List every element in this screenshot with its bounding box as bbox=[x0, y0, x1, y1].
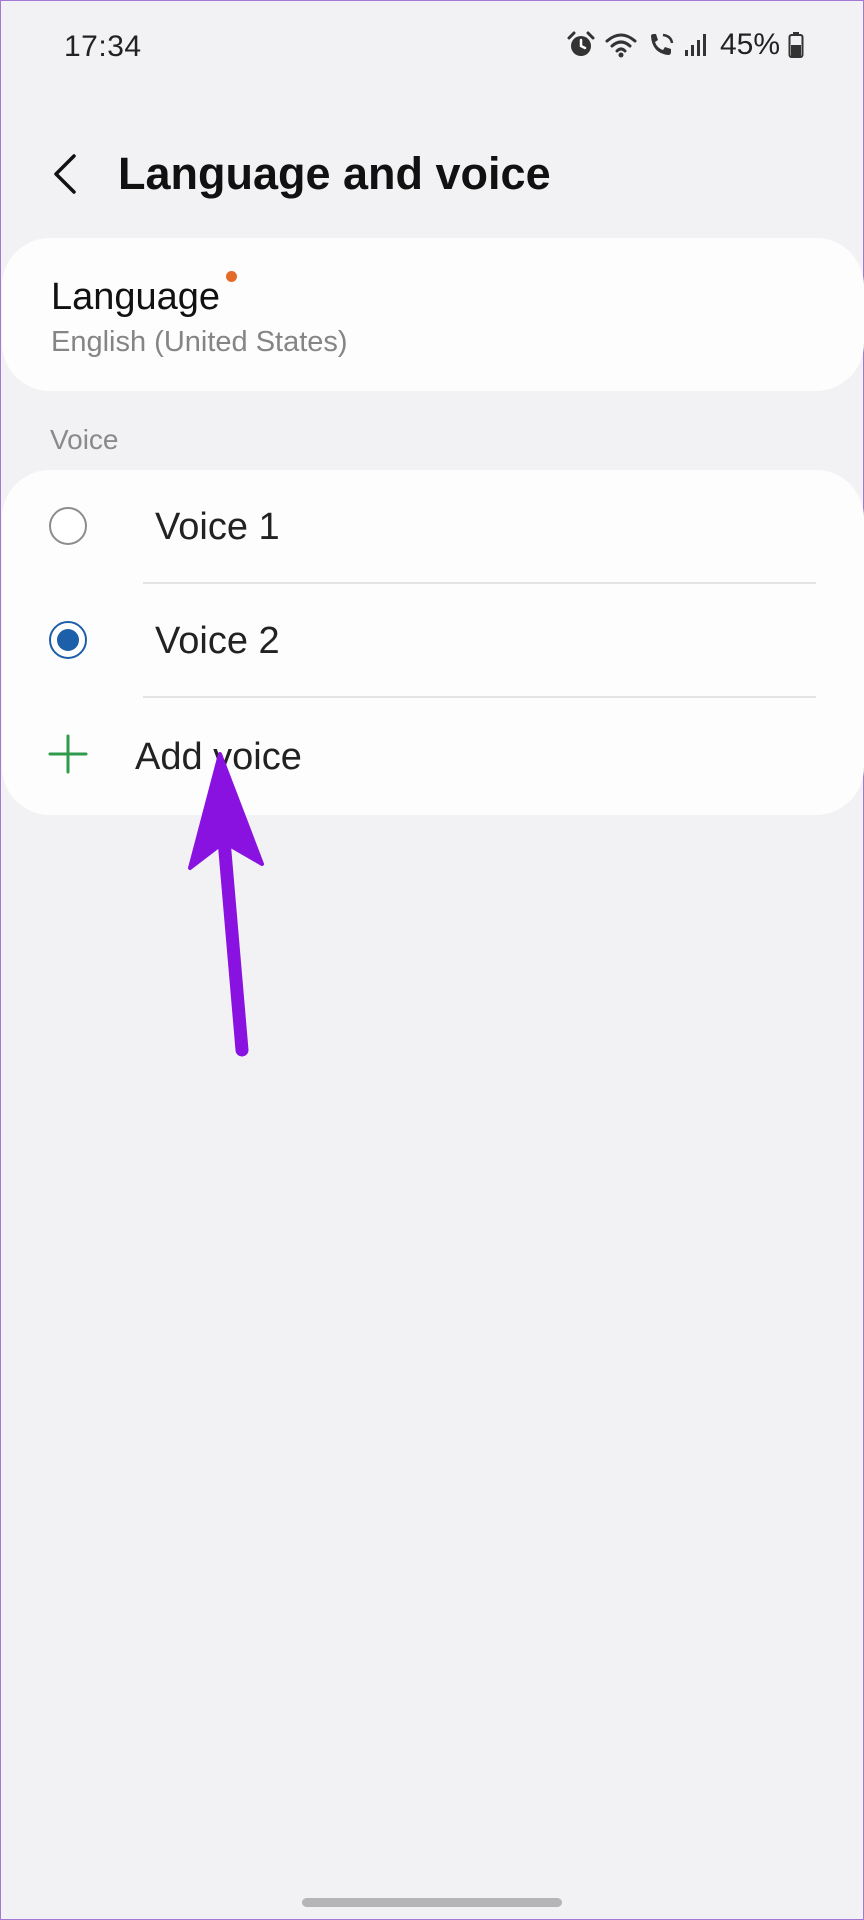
radio-unchecked-icon[interactable] bbox=[49, 507, 87, 545]
battery-icon bbox=[788, 30, 804, 60]
language-title: Language bbox=[51, 276, 221, 318]
voice-option-label: Voice 1 bbox=[155, 506, 280, 548]
voice-option-label: Voice 2 bbox=[155, 620, 280, 662]
status-icons: 45% bbox=[566, 28, 804, 62]
chevron-left-icon bbox=[54, 154, 76, 194]
signal-icon bbox=[684, 30, 708, 60]
add-voice-button[interactable]: Add voice bbox=[2, 698, 864, 810]
battery-percentage: 45% bbox=[719, 28, 780, 61]
new-badge-dot bbox=[226, 271, 237, 282]
alarm-icon bbox=[566, 30, 596, 60]
page-title: Language and voice bbox=[118, 148, 551, 199]
voice-option-1[interactable]: Voice 1 bbox=[2, 470, 864, 582]
status-bar: 17:34 45% bbox=[0, 0, 864, 96]
voice-option-2[interactable]: Voice 2 bbox=[2, 584, 864, 696]
language-value: English (United States) bbox=[51, 326, 348, 358]
home-indicator[interactable] bbox=[302, 1898, 562, 1907]
app-header: Language and voice bbox=[0, 130, 864, 220]
back-button[interactable] bbox=[40, 144, 90, 204]
status-time: 17:34 bbox=[64, 30, 142, 63]
voice-options-card: Voice 1 Voice 2 Add voice bbox=[2, 470, 864, 815]
wifi-icon bbox=[604, 30, 638, 60]
add-voice-label: Add voice bbox=[135, 736, 302, 778]
language-setting[interactable]: Language English (United States) bbox=[2, 238, 864, 391]
wifi-calling-icon bbox=[646, 30, 676, 60]
plus-icon bbox=[48, 734, 88, 774]
voice-section-label: Voice bbox=[50, 424, 119, 455]
radio-checked-icon[interactable] bbox=[49, 621, 87, 659]
